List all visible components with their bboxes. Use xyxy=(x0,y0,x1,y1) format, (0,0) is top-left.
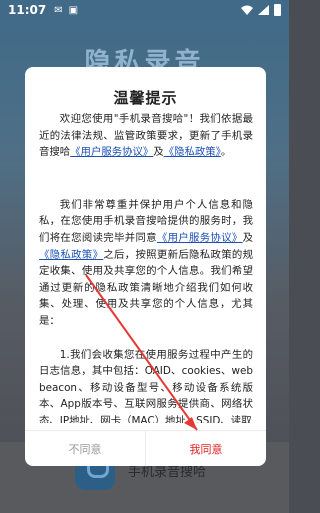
paragraph-text: 。 xyxy=(220,146,232,159)
dialog-body[interactable]: 欢迎您使用"手机录音搜哈"！我们依据最近的法律法规、监管政策要求，更新了手机录音… xyxy=(39,111,253,423)
paragraph-collection: 1.我们会收集您在使用服务过程中产生的日志信息，其中包括：OAID、cookie… xyxy=(39,348,253,423)
user-agreement-link[interactable]: 《用户服务协议》 xyxy=(70,146,153,158)
paragraph-text: 及 xyxy=(153,146,164,159)
notification-icon: ✉ xyxy=(54,4,63,16)
status-time: 11:07 xyxy=(8,3,47,17)
agree-button[interactable]: 我同意 xyxy=(146,431,266,466)
privacy-dialog: 温馨提示 欢迎您使用"手机录音搜哈"！我们依据最近的法律法规、监管政策要求，更新… xyxy=(25,67,266,466)
status-bar: 11:07 ✉ ▣ xyxy=(0,0,289,20)
status-right xyxy=(241,4,281,16)
privacy-policy-link-2[interactable]: 《隐私政策》 xyxy=(39,249,103,261)
paragraph-privacy: 我们非常尊重并保护用户个人信息和隐私，在您使用手机录音搜哈提供的服务时，我们将在… xyxy=(39,197,253,330)
user-agreement-link-2[interactable]: 《用户服务协议》 xyxy=(157,232,243,244)
paragraph-intro: 欢迎您使用"手机录音搜哈"！我们依据最近的法律法规、监管政策要求，更新了手机录音… xyxy=(39,111,253,161)
paragraph-text: 及 xyxy=(242,231,253,244)
signal-icon xyxy=(258,5,269,15)
privacy-policy-link[interactable]: 《隐私政策》 xyxy=(164,146,221,158)
notification-icon-2: ▣ xyxy=(68,4,79,16)
battery-icon xyxy=(274,4,281,16)
dialog-buttons: 不同意 我同意 xyxy=(25,430,266,466)
dialog-title: 温馨提示 xyxy=(113,89,178,107)
disagree-button[interactable]: 不同意 xyxy=(25,431,145,466)
wifi-icon xyxy=(241,5,253,15)
